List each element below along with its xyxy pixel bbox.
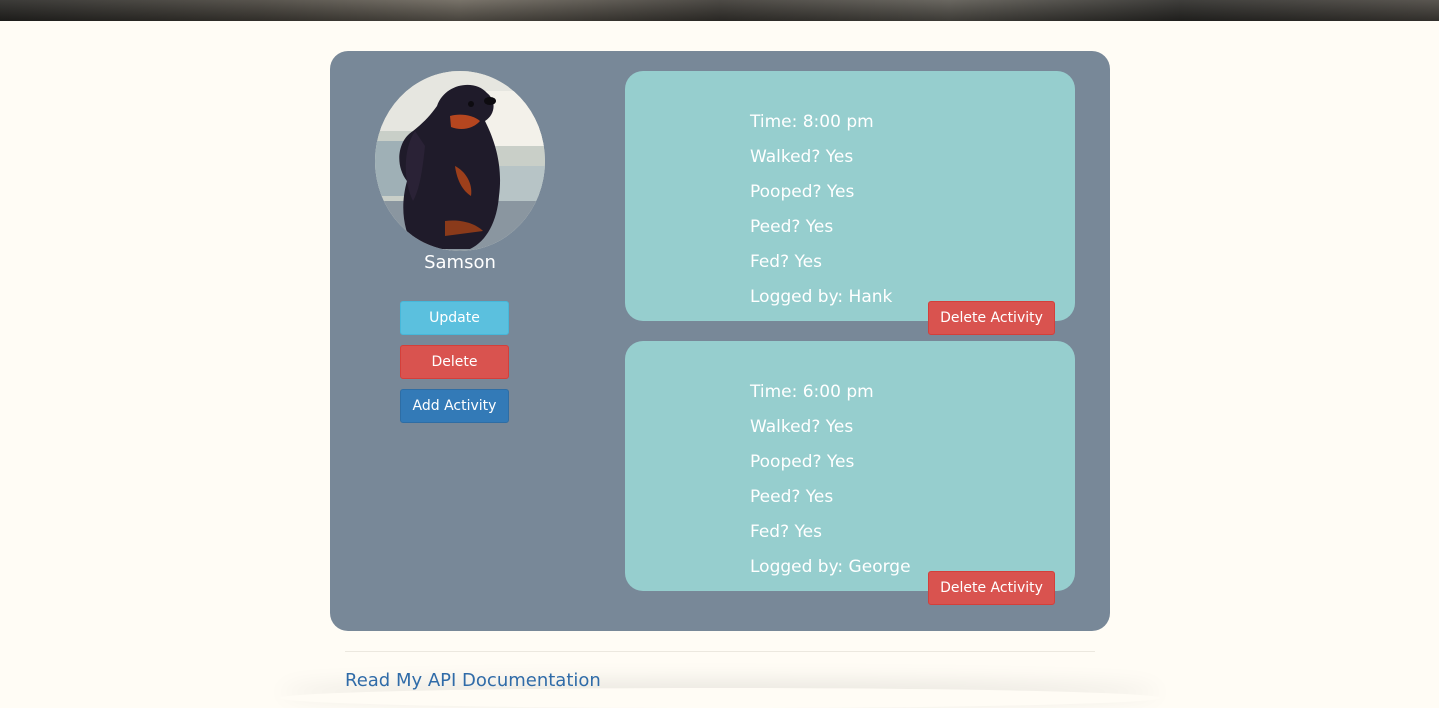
dog-profile: Samson Update Delete Add Activity (330, 51, 590, 631)
dog-photo-icon (375, 71, 545, 251)
activity-fed: Fed? Yes (750, 522, 822, 542)
delete-activity-button[interactable]: Delete Activity (928, 571, 1055, 605)
activity-time: Time: 6:00 pm (750, 382, 874, 402)
activity-card: Time: 8:00 pm Walked? Yes Pooped? Yes Pe… (625, 71, 1075, 335)
activity-walked: Walked? Yes (750, 417, 854, 437)
footer-divider (345, 651, 1095, 652)
activity-pooped: Pooped? Yes (750, 182, 855, 202)
add-activity-button[interactable]: Add Activity (400, 389, 509, 423)
dog-avatar (375, 71, 545, 251)
delete-activity-button[interactable]: Delete Activity (928, 301, 1055, 335)
update-button[interactable]: Update (400, 301, 509, 335)
activity-card: Time: 6:00 pm Walked? Yes Pooped? Yes Pe… (625, 341, 1075, 605)
activity-time: Time: 8:00 pm (750, 112, 874, 132)
activity-logged-by: Logged by: Hank (750, 287, 893, 307)
activity-peed: Peed? Yes (750, 217, 834, 237)
hero-banner-shade (0, 0, 1439, 21)
activity-walked: Walked? Yes (750, 147, 854, 167)
dog-card: Samson Update Delete Add Activity Time: … (330, 51, 1110, 631)
activity-logged-by: Logged by: George (750, 557, 911, 577)
activity-peed: Peed? Yes (750, 487, 834, 507)
dog-name: Samson (424, 252, 496, 273)
api-documentation-link[interactable]: Read My API Documentation (345, 669, 601, 693)
delete-button[interactable]: Delete (400, 345, 509, 379)
activity-pooped: Pooped? Yes (750, 452, 855, 472)
activity-fed: Fed? Yes (750, 252, 822, 272)
hero-banner-image (0, 0, 1439, 21)
